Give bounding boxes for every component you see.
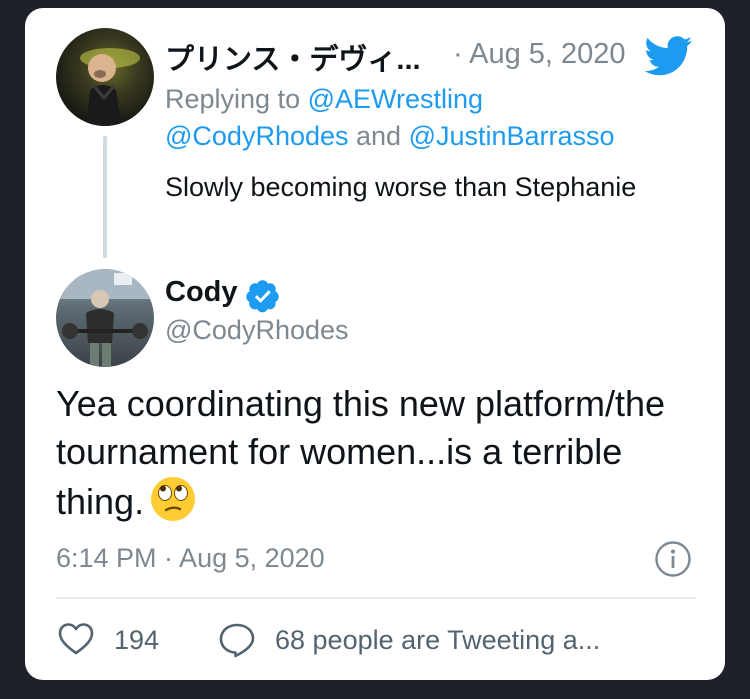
reply-author-name[interactable]: プリンス・デヴィ...	[165, 36, 421, 78]
heart-icon[interactable]	[58, 622, 94, 656]
speech-bubble-icon[interactable]	[218, 622, 256, 658]
mention-link[interactable]: @AEWrestling	[308, 84, 483, 114]
thread-connector	[103, 136, 107, 258]
twitter-bird-icon	[645, 36, 693, 76]
mentions-line: @CodyRhodes and @JustinBarrasso	[165, 121, 615, 152]
avatar[interactable]	[56, 28, 154, 126]
tweet-text: Yea coordinating this new platform/the t…	[56, 380, 696, 526]
replying-to-line: Replying to @AEWrestling	[165, 84, 483, 115]
reply-tweet-text: Slowly becoming worse than Stephanie	[165, 172, 637, 202]
tweet-timestamp[interactable]: 6:14 PM · Aug 5, 2020	[56, 543, 325, 574]
author-name[interactable]: Cody	[165, 276, 238, 309]
avatar[interactable]	[56, 269, 154, 367]
info-icon[interactable]	[654, 540, 692, 578]
divider	[56, 597, 696, 599]
tweeting-link[interactable]: 68 people are Tweeting a...	[275, 625, 600, 656]
replying-to-prefix: Replying to	[165, 84, 308, 114]
mention-link[interactable]: @CodyRhodes	[165, 121, 349, 151]
mention-link[interactable]: @JustinBarrasso	[409, 121, 615, 151]
like-count[interactable]: 194	[114, 625, 159, 656]
tweet-card: プリンス・デヴィ... · Aug 5, 2020 Replying to @A…	[25, 8, 725, 680]
author-handle[interactable]: @CodyRhodes	[165, 315, 349, 346]
rolling-eyes-emoji-icon	[151, 477, 196, 521]
tweet-text-content: Yea coordinating this new platform/the t…	[56, 383, 666, 522]
verified-badge-icon	[246, 280, 279, 313]
mention-conjunction: and	[348, 121, 409, 151]
reply-date[interactable]: · Aug 5, 2020	[453, 38, 626, 71]
